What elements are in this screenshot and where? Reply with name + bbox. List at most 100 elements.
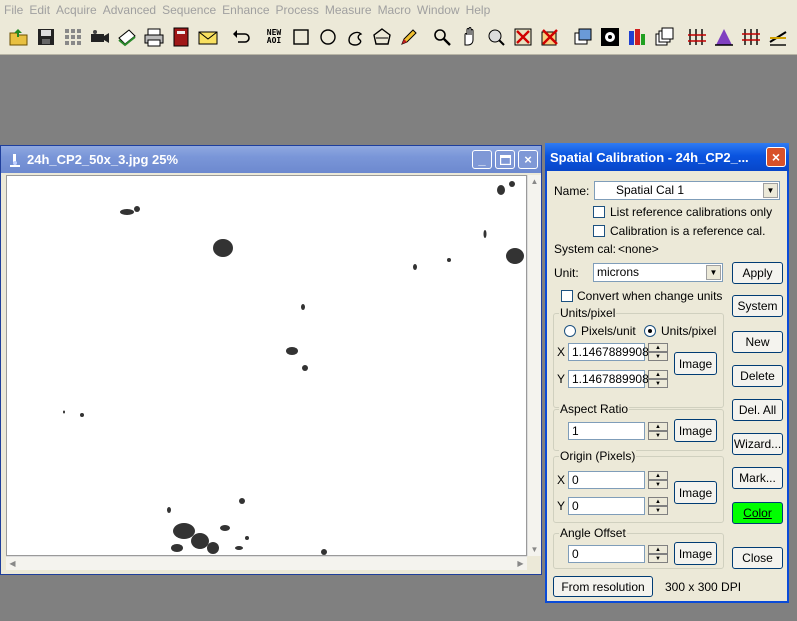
spin-down-icon[interactable]: ▼ (648, 480, 668, 489)
spin-up-icon[interactable]: ▲ (648, 370, 668, 379)
delete-aoi-icon[interactable] (510, 24, 536, 50)
y-units-spinner[interactable]: ▲ ▼ (648, 370, 668, 389)
close-button[interactable]: × (518, 150, 538, 169)
vertical-scrollbar[interactable]: ▲ ▼ (527, 175, 541, 556)
rectangle-icon[interactable] (288, 24, 314, 50)
origin-x-spinner[interactable]: ▲ ▼ (648, 471, 668, 490)
irregular-shape-icon[interactable] (342, 24, 368, 50)
menu-window[interactable]: Window (417, 1, 466, 19)
spin-down-icon[interactable]: ▼ (648, 379, 668, 388)
chevron-down-icon[interactable]: ▼ (763, 183, 778, 198)
scroll-down-icon[interactable]: ▼ (528, 543, 541, 556)
menu-macro[interactable]: Macro (378, 1, 417, 19)
pixels-unit-radio[interactable] (564, 325, 576, 337)
convert-units-checkbox[interactable] (561, 290, 573, 302)
menu-advanced[interactable]: Advanced (103, 1, 162, 19)
profile-icon[interactable] (711, 24, 737, 50)
scanner-icon[interactable] (114, 24, 140, 50)
list-ref-only-checkbox[interactable] (593, 206, 605, 218)
delete-button[interactable]: Delete (732, 365, 783, 387)
dialog-close-button[interactable]: × (766, 147, 786, 167)
video-camera-icon[interactable] (87, 24, 113, 50)
name-select[interactable]: Spatial Cal 1 ▼ (594, 181, 780, 200)
spin-up-icon[interactable]: ▲ (648, 545, 668, 554)
scroll-up-icon[interactable]: ▲ (528, 175, 541, 188)
spin-down-icon[interactable]: ▼ (648, 431, 668, 440)
menu-process[interactable]: Process (276, 1, 325, 19)
menu-edit[interactable]: Edit (29, 1, 56, 19)
from-resolution-button[interactable]: From resolution (553, 576, 653, 597)
delete-objects-icon[interactable] (537, 24, 563, 50)
ellipse-icon[interactable] (315, 24, 341, 50)
origin-y-spinner[interactable]: ▲ ▼ (648, 497, 668, 516)
origin-image-button[interactable]: Image (674, 481, 717, 504)
spin-up-icon[interactable]: ▲ (648, 497, 668, 506)
color-channels-icon[interactable] (624, 24, 650, 50)
is-ref-cal-checkbox[interactable] (593, 225, 605, 237)
open-icon[interactable] (6, 24, 32, 50)
minimize-button[interactable]: _ (472, 150, 492, 169)
angle-offset-spinner[interactable]: ▲ ▼ (648, 545, 668, 564)
scroll-left-icon[interactable]: ◀ (6, 557, 19, 570)
book-icon[interactable] (168, 24, 194, 50)
units-pixel-radio[interactable] (644, 325, 656, 337)
dialog-titlebar[interactable]: Spatial Calibration - 24h_CP2_... × (545, 143, 789, 171)
print-icon[interactable] (141, 24, 167, 50)
system-button[interactable]: System (732, 295, 783, 317)
aspect-ratio-field[interactable]: 1 (568, 422, 645, 440)
is-ref-cal-label: Calibration is a reference cal. (610, 224, 766, 238)
menu-file[interactable]: File (4, 1, 29, 19)
spin-up-icon[interactable]: ▲ (648, 422, 668, 431)
y-units-field[interactable]: 1.1467889908 (568, 370, 649, 388)
windows-icon[interactable] (570, 24, 596, 50)
menu-help[interactable]: Help (466, 1, 497, 19)
chevron-down-icon[interactable]: ▼ (706, 265, 721, 280)
pencil-icon[interactable] (396, 24, 422, 50)
aspect-ratio-spinner[interactable]: ▲ ▼ (648, 422, 668, 441)
menu-measure[interactable]: Measure (325, 1, 378, 19)
spin-down-icon[interactable]: ▼ (648, 506, 668, 515)
spin-up-icon[interactable]: ▲ (648, 471, 668, 480)
angle-offset-field[interactable]: 0 (568, 545, 645, 563)
magnify-region-icon[interactable] (483, 24, 509, 50)
new-button[interactable]: New (732, 331, 783, 353)
menu-enhance[interactable]: Enhance (222, 1, 275, 19)
micrograph-image[interactable] (6, 175, 527, 556)
calibration-icon[interactable] (765, 24, 791, 50)
angle-image-button[interactable]: Image (674, 542, 717, 565)
horizontal-scrollbar[interactable]: ◀ ▶ (6, 556, 527, 570)
polygon-icon[interactable] (369, 24, 395, 50)
aspect-image-button[interactable]: Image (674, 419, 717, 442)
mail-icon[interactable] (195, 24, 221, 50)
undo-icon[interactable] (228, 24, 254, 50)
x-units-field[interactable]: 1.1467889908 (568, 343, 649, 361)
origin-y-field[interactable]: 0 (568, 497, 645, 515)
spin-up-icon[interactable]: ▲ (648, 343, 668, 352)
mark-button[interactable]: Mark... (732, 467, 783, 489)
scroll-right-icon[interactable]: ▶ (514, 557, 527, 570)
wizard-button[interactable]: Wizard... (732, 433, 783, 455)
menu-acquire[interactable]: Acquire (56, 1, 103, 19)
maximize-button[interactable] (495, 150, 515, 169)
spin-down-icon[interactable]: ▼ (648, 554, 668, 563)
close-dialog-button[interactable]: Close (732, 547, 783, 569)
origin-x-field[interactable]: 0 (568, 471, 645, 489)
x-units-spinner[interactable]: ▲ ▼ (648, 343, 668, 362)
grid-icon[interactable] (60, 24, 86, 50)
save-icon[interactable] (33, 24, 59, 50)
image-window-titlebar[interactable]: 24h_CP2_50x_3.jpg 25% _ × (1, 146, 541, 173)
line-profile-icon[interactable] (738, 24, 764, 50)
color-button[interactable]: Color (732, 502, 783, 524)
hand-icon[interactable] (456, 24, 482, 50)
spin-down-icon[interactable]: ▼ (648, 352, 668, 361)
unit-select[interactable]: microns ▼ (593, 263, 723, 282)
view-icon[interactable] (597, 24, 623, 50)
stack-icon[interactable] (651, 24, 677, 50)
del-all-button[interactable]: Del. All (732, 399, 783, 421)
menu-sequence[interactable]: Sequence (162, 1, 222, 19)
apply-button[interactable]: Apply (732, 262, 783, 284)
zoom-icon[interactable] (429, 24, 455, 50)
units-image-button[interactable]: Image (674, 352, 717, 375)
histogram-icon[interactable] (684, 24, 710, 50)
new-aoi-icon[interactable]: NEW AOI (261, 24, 287, 50)
